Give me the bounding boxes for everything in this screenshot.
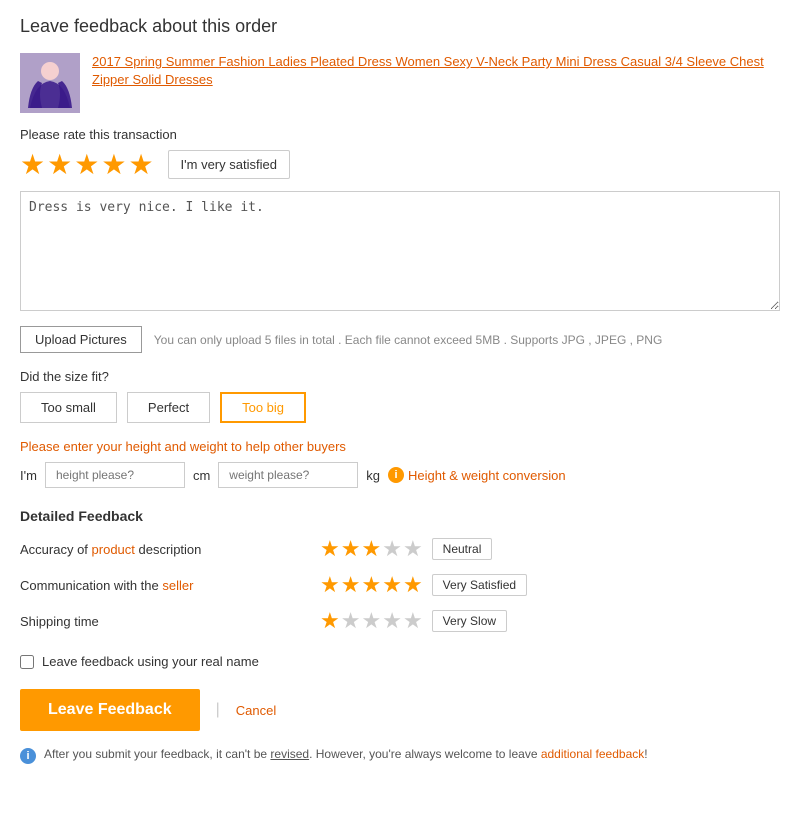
height-weight-section: Please enter your height and weight to h… — [20, 439, 780, 488]
action-row: Leave Feedback | Cancel — [20, 689, 780, 731]
cm-unit: cm — [193, 468, 210, 483]
shipping-label: Shipping time — [20, 614, 320, 629]
accuracy-row: Accuracy of product description ★ ★ ★ ★ … — [20, 536, 780, 562]
accuracy-star-4[interactable]: ★ — [382, 536, 402, 562]
info-icon: i — [388, 467, 404, 483]
shipping-stars: ★ ★ ★ ★ ★ Very Slow — [320, 608, 507, 634]
info-bar-icon: i — [20, 748, 36, 764]
detailed-feedback-title: Detailed Feedback — [20, 508, 780, 524]
rating-stars-row: ★ ★ ★ ★ ★ I'm very satisfied — [20, 148, 780, 181]
accuracy-star-1[interactable]: ★ — [320, 536, 340, 562]
height-input[interactable] — [45, 462, 185, 488]
size-question-label: Did the size fit? — [20, 369, 780, 384]
shipping-badge: Very Slow — [432, 610, 507, 632]
im-prefix: I'm — [20, 468, 37, 483]
communication-star-5[interactable]: ★ — [403, 572, 423, 598]
real-name-checkbox-row: Leave feedback using your real name — [20, 654, 780, 669]
review-textarea[interactable]: Dress is very nice. I like it. — [20, 191, 780, 311]
upload-row: Upload Pictures You can only upload 5 fi… — [20, 326, 780, 353]
communication-seller-link[interactable]: seller — [162, 578, 193, 593]
accuracy-badge: Neutral — [432, 538, 493, 560]
communication-star-4[interactable]: ★ — [382, 572, 402, 598]
action-divider: | — [216, 701, 220, 719]
shipping-star-3[interactable]: ★ — [361, 608, 381, 634]
shipping-star-4[interactable]: ★ — [382, 608, 402, 634]
rating-tooltip: I'm very satisfied — [168, 150, 290, 179]
page-title: Leave feedback about this order — [20, 16, 780, 37]
size-section: Did the size fit? Too small Perfect Too … — [20, 369, 780, 423]
real-name-checkbox[interactable] — [20, 655, 34, 669]
communication-star-2[interactable]: ★ — [341, 572, 361, 598]
kg-unit: kg — [366, 468, 380, 483]
upload-pictures-button[interactable]: Upload Pictures — [20, 326, 142, 353]
accuracy-product-link[interactable]: product — [92, 542, 135, 557]
accuracy-star-2[interactable]: ★ — [341, 536, 361, 562]
star-3[interactable]: ★ — [74, 148, 99, 181]
size-too-big-button[interactable]: Too big — [220, 392, 306, 423]
additional-feedback-link[interactable]: additional feedback — [541, 747, 644, 761]
size-perfect-button[interactable]: Perfect — [127, 392, 210, 423]
weight-input[interactable] — [218, 462, 358, 488]
info-bar-text: After you submit your feedback, it can't… — [44, 747, 648, 761]
accuracy-label: Accuracy of product description — [20, 542, 320, 557]
cancel-link[interactable]: Cancel — [236, 703, 276, 718]
communication-row: Communication with the seller ★ ★ ★ ★ ★ … — [20, 572, 780, 598]
product-row: 2017 Spring Summer Fashion Ladies Pleate… — [20, 53, 780, 113]
size-too-small-button[interactable]: Too small — [20, 392, 117, 423]
star-1[interactable]: ★ — [20, 148, 45, 181]
star-2[interactable]: ★ — [47, 148, 72, 181]
product-title-link[interactable]: 2017 Spring Summer Fashion Ladies Pleate… — [92, 53, 780, 89]
shipping-star-2[interactable]: ★ — [341, 608, 361, 634]
upload-hint: You can only upload 5 files in total . E… — [154, 333, 663, 347]
shipping-star-1[interactable]: ★ — [320, 608, 340, 634]
size-options: Too small Perfect Too big — [20, 392, 780, 423]
communication-star-1[interactable]: ★ — [320, 572, 340, 598]
star-5[interactable]: ★ — [128, 148, 153, 181]
star-4[interactable]: ★ — [101, 148, 126, 181]
height-weight-row: I'm cm kg i Height & weight conversion — [20, 462, 780, 488]
height-weight-conversion-link[interactable]: i Height & weight conversion — [388, 467, 566, 483]
accuracy-stars: ★ ★ ★ ★ ★ Neutral — [320, 536, 492, 562]
detailed-feedback-section: Detailed Feedback Accuracy of product de… — [20, 508, 780, 634]
communication-label: Communication with the seller — [20, 578, 320, 593]
rate-transaction-label: Please rate this transaction — [20, 127, 780, 142]
communication-stars: ★ ★ ★ ★ ★ Very Satisfied — [320, 572, 527, 598]
height-weight-label: Please enter your height and weight to h… — [20, 439, 780, 454]
communication-star-3[interactable]: ★ — [361, 572, 381, 598]
info-bar: i After you submit your feedback, it can… — [20, 747, 780, 764]
communication-badge: Very Satisfied — [432, 574, 527, 596]
shipping-row: Shipping time ★ ★ ★ ★ ★ Very Slow — [20, 608, 780, 634]
shipping-star-5[interactable]: ★ — [403, 608, 423, 634]
product-thumbnail — [20, 53, 80, 113]
accuracy-star-3[interactable]: ★ — [361, 536, 381, 562]
real-name-label[interactable]: Leave feedback using your real name — [42, 654, 259, 669]
conversion-link-text: Height & weight conversion — [408, 468, 566, 483]
leave-feedback-button[interactable]: Leave Feedback — [20, 689, 200, 731]
accuracy-star-5[interactable]: ★ — [403, 536, 423, 562]
